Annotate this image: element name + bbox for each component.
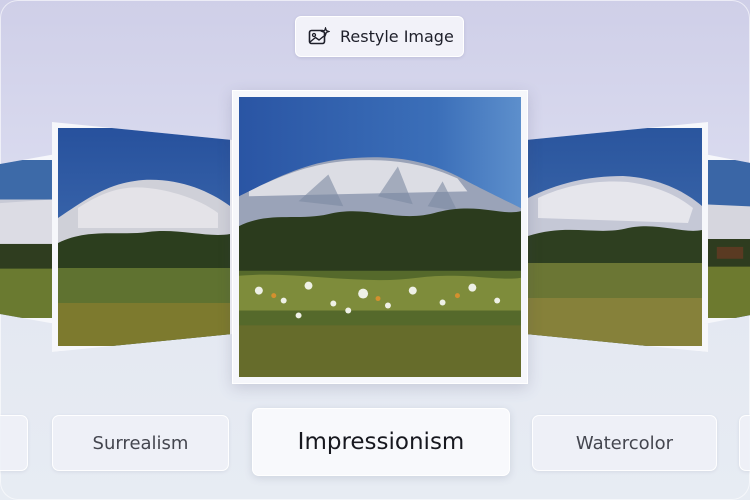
far-right-preview[interactable] [704,154,750,324]
style-chip-label: Surrealism [92,432,189,454]
restyle-image-label: Restyle Image [340,27,454,46]
watercolor-preview[interactable] [522,122,708,352]
style-chip-offscreen-right[interactable] [739,415,750,471]
style-chip-offscreen-left[interactable] [0,415,28,471]
image-sparkle-icon [308,26,330,47]
style-chip-label: Impressionism [297,429,465,455]
restyle-image-button[interactable]: Restyle Image [295,16,464,57]
style-chip-label: Watercolor [575,432,674,454]
impressionism-preview[interactable] [232,90,528,384]
surrealism-preview[interactable] [52,122,236,352]
style-chip-surrealism[interactable]: Surrealism [52,415,229,471]
style-chip-watercolor[interactable]: Watercolor [532,415,717,471]
restyle-app-window: Restyle Image Surrealism Impressionism W… [0,0,750,500]
style-chip-impressionism-selected[interactable]: Impressionism [252,408,510,476]
far-left-preview[interactable] [0,154,56,324]
